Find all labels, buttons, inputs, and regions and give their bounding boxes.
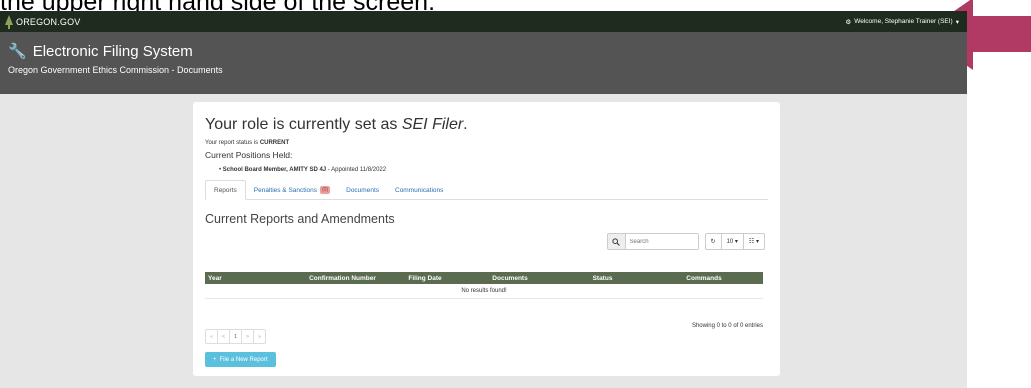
reports-table: Year Confirmation Number Filing Date Doc…	[205, 272, 763, 299]
column-header[interactable]: Documents	[460, 275, 560, 282]
status-value: CURRENT	[259, 140, 290, 146]
refresh-icon: ↻	[710, 239, 716, 245]
oregon-gov-logo[interactable]: OREGON.GOV	[4, 14, 81, 29]
welcome-text: Welcome, Stephanie Trainer (SEI)	[854, 18, 953, 25]
tab-penalties-sanctions[interactable]: Penalties & Sanctions (0)	[246, 181, 338, 199]
search-box	[606, 233, 699, 250]
tree-icon	[5, 14, 13, 29]
list-icon: ☷	[748, 239, 755, 245]
position-item: • School Board Member, AMITY SD 4J - App…	[219, 167, 387, 173]
table-header-row: Year Confirmation Number Filing Date Doc…	[205, 272, 763, 284]
page-1-button[interactable]: 1	[230, 330, 242, 343]
app-subtitle: Oregon Government Ethics Commission - Do…	[8, 65, 223, 75]
app-header: 🔧 Electronic Filing System Oregon Govern…	[0, 32, 967, 94]
gear-icon: ⚙	[845, 18, 852, 26]
table-toolbar: ↻ 10 ▾ ☷ ▾	[606, 233, 765, 250]
column-header[interactable]: Confirmation Number	[295, 275, 390, 282]
role-heading: Your role is currently set as SEI Filer.	[205, 116, 468, 133]
column-header[interactable]: Status	[560, 275, 645, 282]
pagination: « < 1 > »	[205, 329, 266, 344]
entries-summary: Showing 0 to 0 of 0 entries	[691, 323, 763, 329]
role-name: SEI Filer	[401, 116, 464, 133]
table-footer: « < 1 > » Showing 0 to 0 of 0 entries	[205, 320, 763, 344]
app-title: Electronic Filing System	[32, 42, 193, 60]
tab-bar: Reports Penalties & Sanctions (0) Documen…	[205, 180, 768, 200]
tab-documents[interactable]: Documents	[338, 181, 387, 199]
main-card: Your role is currently set as SEI Filer.…	[193, 102, 780, 376]
plus-icon: +	[213, 356, 217, 363]
first-page-button[interactable]: «	[206, 330, 218, 343]
column-header[interactable]: Filing Date	[390, 275, 460, 282]
brand-text: OREGON.GOV	[16, 16, 81, 27]
positions-label: Current Positions Held:	[205, 150, 293, 160]
tab-reports[interactable]: Reports	[205, 180, 246, 200]
search-icon	[607, 234, 626, 249]
page-size-dropdown[interactable]: 10 ▾	[722, 234, 744, 249]
tab-communications[interactable]: Communications	[387, 181, 451, 199]
columns-dropdown[interactable]: ☷ ▾	[744, 234, 764, 249]
next-page-button[interactable]: >	[242, 330, 254, 343]
empty-message: No results found!	[205, 284, 763, 299]
top-bar: OREGON.GOV ⚙ Welcome, Stephanie Trainer …	[0, 11, 967, 32]
file-new-report-button[interactable]: + File a New Report	[205, 352, 276, 367]
user-menu-button[interactable]: ⚙ Welcome, Stephanie Trainer (SEI) ▾	[845, 18, 959, 26]
caret-down-icon: ▾	[955, 18, 959, 26]
reports-heading: Current Reports and Amendments	[205, 212, 395, 226]
browser-frame: OREGON.GOV ⚙ Welcome, Stephanie Trainer …	[0, 11, 967, 388]
search-input[interactable]	[625, 234, 698, 249]
last-page-button[interactable]: »	[254, 330, 265, 343]
column-header[interactable]: Year	[205, 275, 295, 282]
report-status: Your report status is CURRENT	[205, 140, 290, 146]
prev-page-button[interactable]: <	[218, 330, 230, 343]
refresh-button[interactable]: ↻	[706, 234, 722, 249]
wrench-icon: 🔧	[8, 43, 27, 60]
count-badge: (0)	[320, 186, 331, 194]
column-header[interactable]: Commands	[645, 275, 763, 282]
table-controls: ↻ 10 ▾ ☷ ▾	[704, 233, 765, 250]
